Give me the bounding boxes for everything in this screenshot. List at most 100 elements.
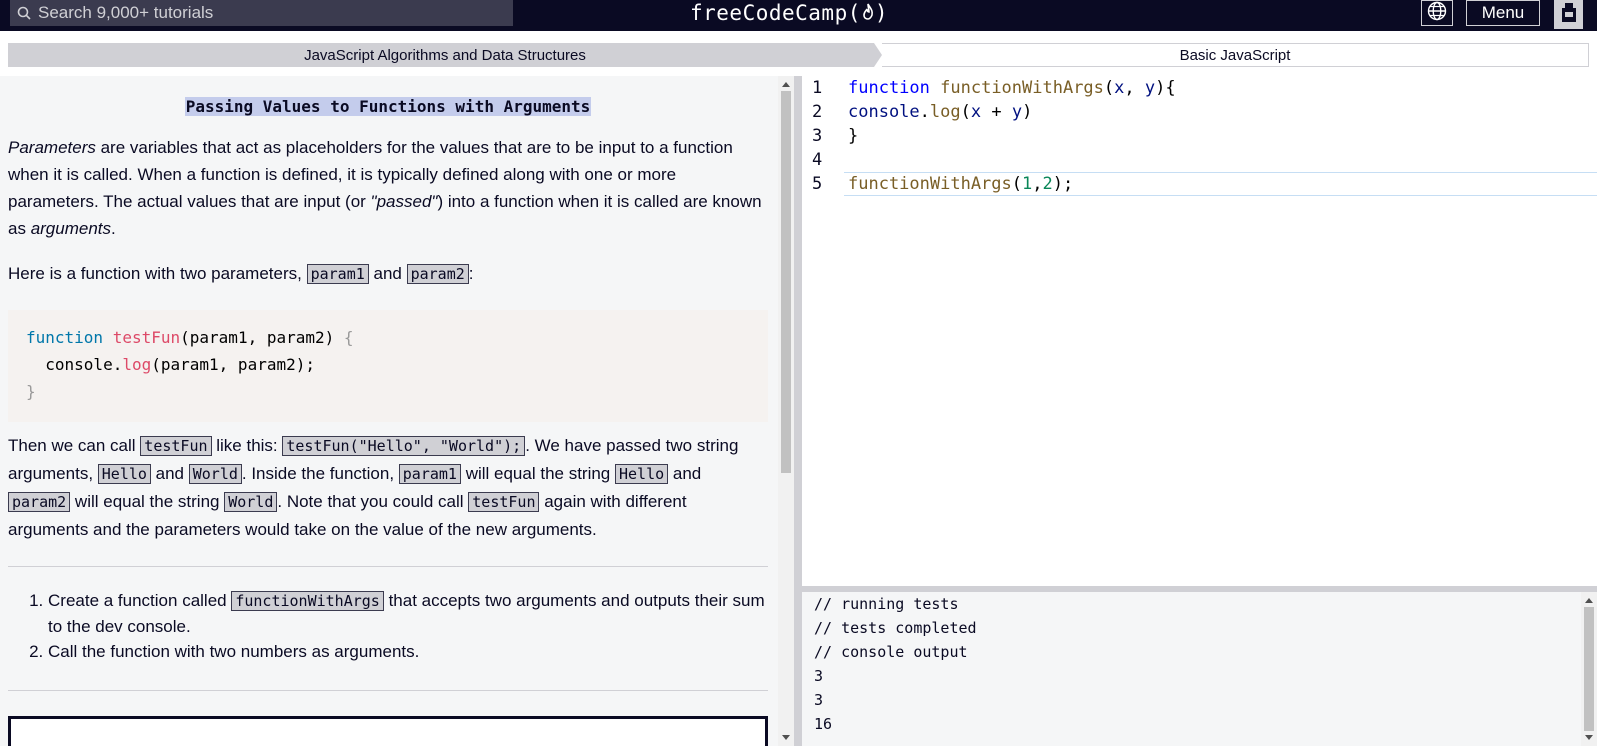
- divider: [8, 690, 768, 691]
- scrollbar-thumb[interactable]: [1584, 607, 1594, 731]
- text: .: [111, 219, 116, 238]
- em-arguments: arguments: [30, 219, 112, 238]
- code-line: }: [26, 378, 750, 405]
- scroll-up-arrow-icon[interactable]: [782, 82, 790, 87]
- console-line: 3: [814, 691, 824, 709]
- text: . Note that you could call: [277, 492, 469, 511]
- token-punct: (: [1103, 78, 1115, 98]
- code-editor[interactable]: 1 function functionWithArgs(x, y){ 2 con…: [802, 76, 1597, 586]
- breadcrumb-block[interactable]: Basic JavaScript: [882, 43, 1589, 67]
- inline-code: Hello: [615, 464, 669, 484]
- editor-line[interactable]: 2 console.log(x + y): [802, 100, 1597, 124]
- console-scrollbar[interactable]: [1581, 592, 1597, 746]
- token-identifier: x: [970, 102, 982, 122]
- search-icon: [10, 0, 38, 26]
- text: will equal the string: [460, 464, 615, 483]
- line-text[interactable]: }: [848, 124, 858, 148]
- console-line: // tests completed: [814, 619, 977, 637]
- scroll-down-arrow-icon[interactable]: [782, 735, 790, 740]
- token-punct: ,: [1032, 174, 1043, 194]
- text: Create a function called: [48, 591, 232, 610]
- token-punct: ): [1022, 102, 1033, 122]
- line-number: 3: [812, 126, 823, 146]
- token-keyword: function: [848, 78, 930, 98]
- avatar[interactable]: [1554, 0, 1583, 29]
- instruction-item: Call the function with two numbers as ar…: [48, 639, 768, 664]
- line-text[interactable]: console.log(x + y): [848, 100, 1032, 124]
- instruction-item: Create a function called functionWithArg…: [48, 588, 768, 639]
- console-line: // running tests: [814, 595, 959, 613]
- avatar-icon: [1558, 0, 1580, 29]
- token-identifier: console: [848, 102, 920, 122]
- lesson-content: Passing Values to Functions with Argumen…: [8, 76, 768, 691]
- inline-code: testFun: [140, 436, 212, 456]
- text: will equal the string: [70, 492, 225, 511]
- token-punct: ){: [1155, 78, 1176, 98]
- editor-line[interactable]: 3 }: [802, 124, 1597, 148]
- breadcrumb: JavaScript Algorithms and Data Structure…: [8, 43, 1589, 67]
- run-tests-button[interactable]: [8, 716, 768, 746]
- text: Here is a function with two parameters,: [8, 264, 307, 283]
- inline-code: testFun("Hello", "World");: [282, 436, 526, 456]
- inline-code: functionWithArgs: [231, 591, 384, 611]
- text: Then we can call: [8, 436, 141, 455]
- language-button[interactable]: [1421, 0, 1453, 26]
- code-keyword: function: [26, 328, 104, 347]
- line-number: 2: [812, 102, 823, 122]
- console-line: // console output: [814, 643, 968, 661]
- inline-code: param1: [398, 464, 461, 484]
- line-text[interactable]: function functionWithArgs(x, y){: [848, 76, 1176, 100]
- scrollbar-thumb[interactable]: [781, 91, 791, 473]
- token-punct: ,: [1124, 78, 1145, 98]
- token-identifier: y: [1011, 102, 1023, 122]
- editor-line-active[interactable]: 5 functionWithArgs(1,2);: [802, 172, 1597, 196]
- line-text[interactable]: functionWithArgs(1,2);: [848, 172, 1073, 196]
- editor-line[interactable]: 1 function functionWithArgs(x, y){: [802, 76, 1597, 100]
- brand-logo[interactable]: freeCodeCamp(): [690, 0, 888, 26]
- code-function: testFun: [112, 328, 181, 347]
- example-code-block: function testFun(param1, param2) { conso…: [8, 310, 768, 422]
- paragraph-parameters: Parameters are variables that act as pla…: [8, 134, 768, 242]
- menu-button[interactable]: Menu: [1466, 0, 1540, 26]
- token-function: log: [929, 102, 961, 122]
- paragraph-example-intro: Here is a function with two parameters, …: [8, 260, 474, 288]
- token-identifier: y: [1144, 78, 1156, 98]
- token-number: 2: [1042, 174, 1053, 194]
- search-bar[interactable]: Search 9,000+ tutorials: [10, 0, 513, 26]
- token-punct: (: [1011, 174, 1023, 194]
- editor-line[interactable]: 4: [802, 148, 1597, 172]
- text: and: [668, 464, 702, 483]
- scroll-down-arrow-icon[interactable]: [1585, 735, 1593, 740]
- code-text: (param1, param2): [180, 328, 344, 347]
- inline-code: param2: [406, 264, 469, 284]
- output-console: // running tests // tests completed // c…: [802, 592, 1597, 746]
- code-line: function testFun(param1, param2) {: [26, 324, 750, 351]
- line-number: 4: [812, 150, 823, 170]
- paragraph-call-example: Then we can call testFun like this: test…: [8, 432, 768, 543]
- token-function: functionWithArgs: [848, 174, 1012, 194]
- token-punct: );: [1052, 174, 1074, 194]
- token-function: functionWithArgs: [940, 78, 1104, 98]
- scroll-up-arrow-icon[interactable]: [1585, 598, 1593, 603]
- lesson-scrollbar[interactable]: [778, 76, 794, 746]
- token-punct: .: [919, 102, 930, 122]
- token-punct: }: [848, 126, 859, 146]
- token-punct: (: [960, 102, 971, 122]
- line-number: 1: [812, 78, 823, 98]
- text: and: [150, 464, 189, 483]
- pane-divider[interactable]: [794, 76, 802, 746]
- text: :: [468, 264, 474, 283]
- brand-text: freeCodeCamp(: [690, 1, 861, 25]
- flame-icon: [861, 2, 875, 22]
- em-passed: "passed": [370, 192, 438, 211]
- text: like this:: [211, 436, 283, 455]
- inline-code: World: [188, 464, 242, 484]
- code-text: console.: [26, 355, 123, 374]
- breadcrumb-superblock[interactable]: JavaScript Algorithms and Data Structure…: [8, 43, 882, 67]
- code-function: log: [122, 355, 152, 374]
- code-text: (param1, param2);: [151, 355, 315, 374]
- code-punct: {: [343, 328, 354, 347]
- brand-close: ): [874, 1, 889, 25]
- token-operator: +: [981, 102, 1012, 122]
- search-input[interactable]: Search 9,000+ tutorials: [38, 3, 213, 23]
